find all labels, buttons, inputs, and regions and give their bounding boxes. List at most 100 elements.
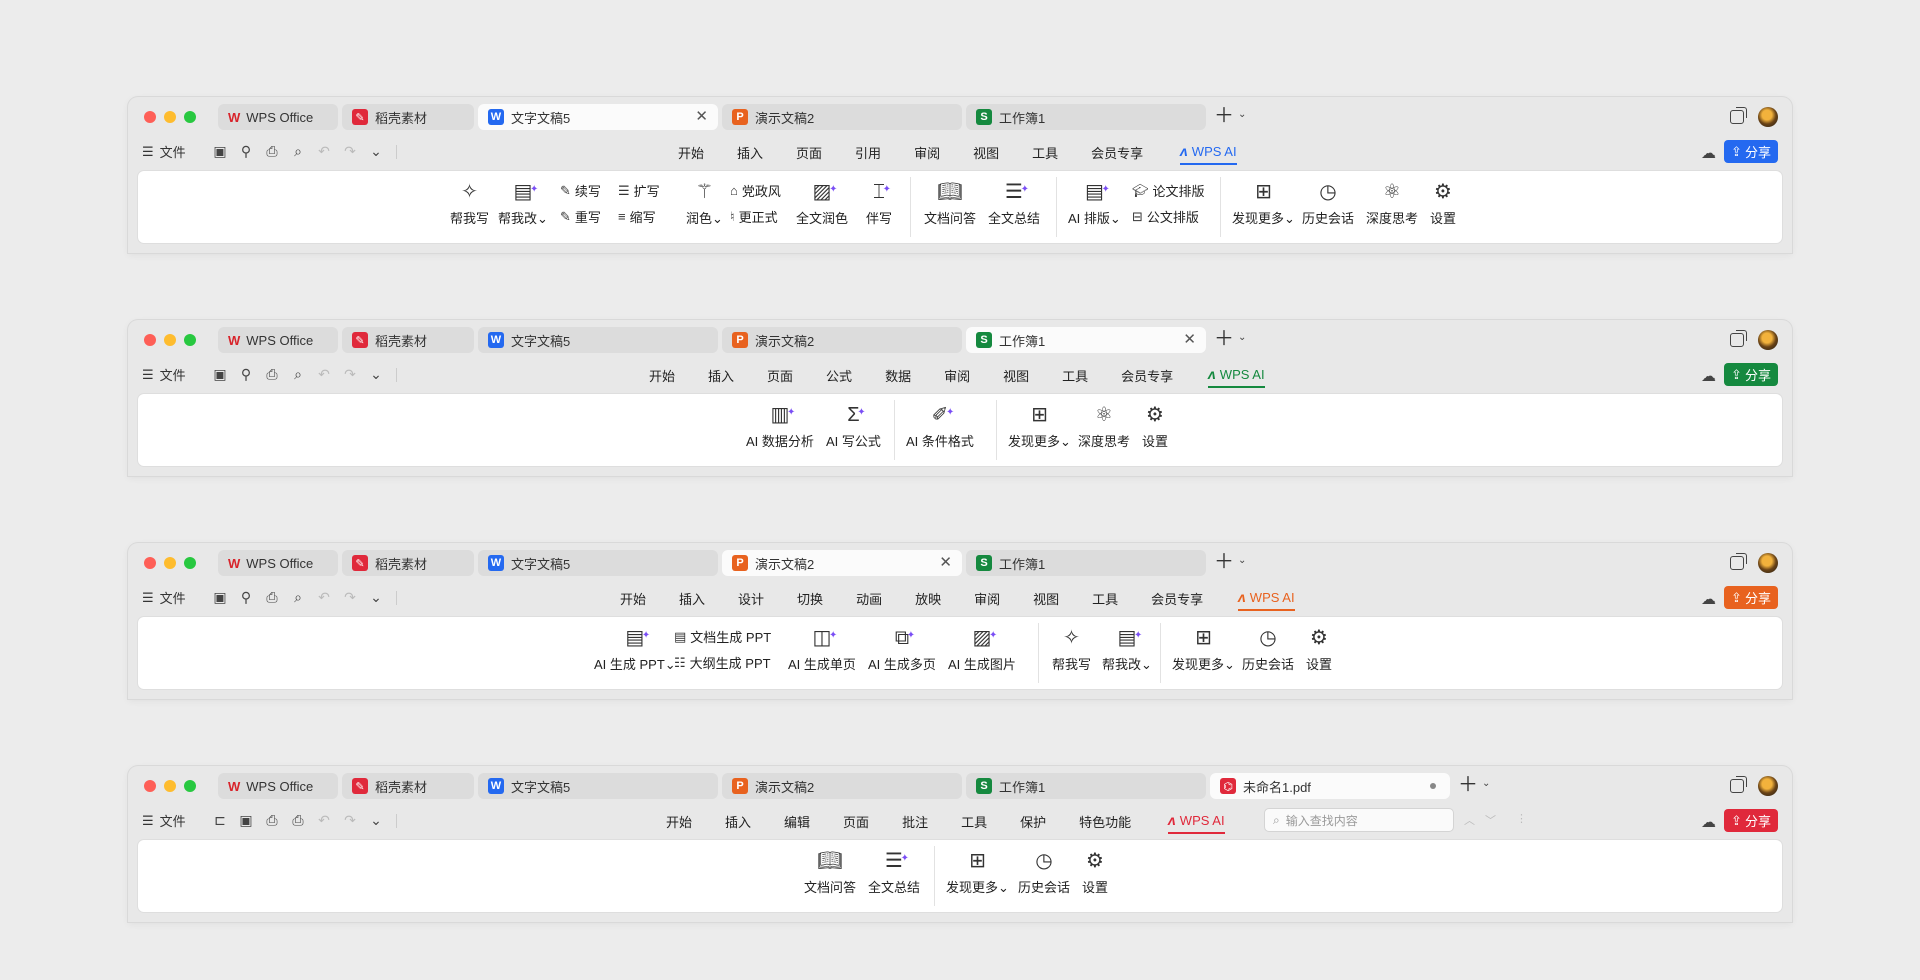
tab-ppt[interactable]: P 演示文稿2 ✕ [722,550,962,576]
paper-layout-button[interactable]: 🎓︎ 论文排版 [1132,181,1205,200]
tab-wps-office[interactable]: W WPS Office [218,773,338,799]
menu-item[interactable]: 视图 [973,143,999,162]
close-tab-icon[interactable]: ✕ [939,553,952,571]
cloud-upload-icon[interactable]: ☁ [1701,144,1716,162]
menu-item[interactable]: 页面 [843,812,869,831]
companion-write-button[interactable]: ⌶ ✦ 伴写 [866,179,892,227]
shrink-button[interactable]: ≡ 缩写 [618,207,656,226]
chevron-down-icon[interactable]: ⌄ [368,366,384,383]
open-folder-icon[interactable]: ⊏ [212,812,228,829]
help-edit-button[interactable]: ▤ ✦ 帮我改⌄ [1102,625,1152,673]
help-write-button[interactable]: ✧ 帮我写 [450,179,489,227]
print-icon[interactable]: ⎙ [264,143,280,160]
new-tab-plus-icon[interactable]: ＋ [1214,551,1234,573]
redo-icon[interactable]: ↷ [342,366,358,383]
chevron-down-icon[interactable]: ⌄ [368,812,384,829]
print-icon[interactable]: ⎙ [264,366,280,383]
tab-daoke[interactable]: ✎ 稻壳素材 [342,104,474,130]
tab-ppt[interactable]: P 演示文稿2 [722,773,962,799]
menu-item[interactable]: 会员专享 [1091,143,1143,162]
discover-more-button[interactable]: ⊞ 发现更多⌄ [1232,179,1295,227]
share-button[interactable]: ⇪ 分享 [1724,586,1778,609]
close-window-button[interactable] [144,334,156,346]
menu-item[interactable]: 开始 [649,366,675,385]
window-mode-icon[interactable] [1730,776,1747,793]
settings-button[interactable]: ⚙ 设置 [1430,179,1456,227]
window-mode-icon[interactable] [1730,553,1747,570]
menu-item[interactable]: 插入 [679,589,705,608]
menu-item[interactable]: 切换 [797,589,823,608]
settings-button[interactable]: ⚙ 设置 [1142,402,1168,450]
print-icon[interactable]: ⎙ [264,812,280,829]
tab-sheet[interactable]: S 工作簿1 [966,104,1206,130]
avatar[interactable] [1758,107,1778,127]
menu-item[interactable]: 放映 [915,589,941,608]
menu-item[interactable]: 编辑 [784,812,810,831]
format-painter-icon[interactable]: ⚲ [238,143,254,160]
tab-wps-ai[interactable]: ᴧ WPS AI [1208,366,1265,388]
tab-daoke[interactable]: ✎ 稻壳素材 [342,550,474,576]
history-button[interactable]: ◷ 历史会话 [1242,625,1294,673]
redo-icon[interactable]: ↷ [342,143,358,160]
history-button[interactable]: ◷ 历史会话 [1018,848,1070,896]
settings-button[interactable]: ⚙ 设置 [1082,848,1108,896]
tab-doc[interactable]: W 文字文稿5 [478,550,718,576]
menu-item[interactable]: 开始 [620,589,646,608]
close-window-button[interactable] [144,780,156,792]
chevron-down-icon[interactable]: ⌄ [1482,778,1490,789]
menu-item[interactable]: 批注 [902,812,928,831]
ai-layout-button[interactable]: ▤ ✦ AI 排版⌄ [1068,179,1121,227]
format-painter-icon[interactable]: ⚲ [238,589,254,606]
ai-conditional-format-button[interactable]: ✐ ✦ AI 条件格式 [906,402,974,450]
print-icon[interactable]: ⎙ [264,589,280,606]
ai-generate-multi-button[interactable]: ⧉ ✦ AI 生成多页 [868,625,936,673]
ai-generate-ppt-button[interactable]: ▤ ✦ AI 生成 PPT⌄ [594,625,676,673]
tab-wps-office[interactable]: W WPS Office [218,550,338,576]
zoom-window-button[interactable] [184,557,196,569]
chevron-up-icon[interactable]: ︿ [1464,812,1475,828]
unsaved-dot-icon[interactable] [1430,783,1436,789]
file-menu[interactable]: ☰ 文件 [142,811,186,830]
tab-ppt[interactable]: P 演示文稿2 [722,104,962,130]
avatar[interactable] [1758,776,1778,796]
ai-generate-image-button[interactable]: ▨ ✦ AI 生成图片 [948,625,1016,673]
expand-button[interactable]: ☰ 扩写 [618,181,660,200]
avatar[interactable] [1758,553,1778,573]
discover-more-button[interactable]: ⊞ 发现更多⌄ [1172,625,1235,673]
save-icon[interactable]: ▣ [238,812,254,829]
close-tab-icon[interactable]: ✕ [695,107,708,125]
cloud-upload-icon[interactable]: ☁ [1701,367,1716,385]
menu-item[interactable]: 工具 [1032,143,1058,162]
tab-doc[interactable]: W 文字文稿5 [478,773,718,799]
print-preview-icon[interactable]: ⌕ [290,366,306,383]
new-tab-plus-icon[interactable]: ＋ [1214,105,1234,127]
settings-button[interactable]: ⚙ 设置 [1306,625,1332,673]
save-icon[interactable]: ▣ [212,589,228,606]
tab-sheet[interactable]: S 工作簿1 [966,550,1206,576]
undo-icon[interactable]: ↶ [316,589,332,606]
print-preview-icon[interactable]: ⌕ [290,143,306,160]
menu-item[interactable]: 工具 [961,812,987,831]
tab-wps-ai[interactable]: ᴧ WPS AI [1238,589,1295,611]
menu-item[interactable]: 插入 [725,812,751,831]
cloud-upload-icon[interactable]: ☁ [1701,813,1716,831]
full-polish-button[interactable]: ▨ ✦ 全文润色 [796,179,848,227]
deep-think-button[interactable]: ⚛ 深度思考 [1078,402,1130,450]
menu-item[interactable]: 引用 [855,143,881,162]
tab-sheet[interactable]: S 工作簿1 ✕ [966,327,1206,353]
more-vertical-icon[interactable]: ⋮ [1516,812,1527,828]
window-mode-icon[interactable] [1730,107,1747,124]
menu-item[interactable]: 公式 [826,366,852,385]
minimize-window-button[interactable] [164,111,176,123]
undo-icon[interactable]: ↶ [316,366,332,383]
menu-item[interactable]: 设计 [738,589,764,608]
continue-write-button[interactable]: ✎ 续写 [560,181,601,200]
deep-think-button[interactable]: ⚛ 深度思考 [1366,179,1418,227]
save-icon[interactable]: ▣ [212,366,228,383]
menu-item[interactable]: 插入 [737,143,763,162]
outline-generate-ppt-button[interactable]: ☷ 大纲生成 PPT [674,653,771,672]
tab-doc[interactable]: W 文字文稿5 ✕ [478,104,718,130]
window-mode-icon[interactable] [1730,330,1747,347]
menu-item[interactable]: 页面 [767,366,793,385]
print-icon[interactable]: ⎙ [290,812,306,829]
